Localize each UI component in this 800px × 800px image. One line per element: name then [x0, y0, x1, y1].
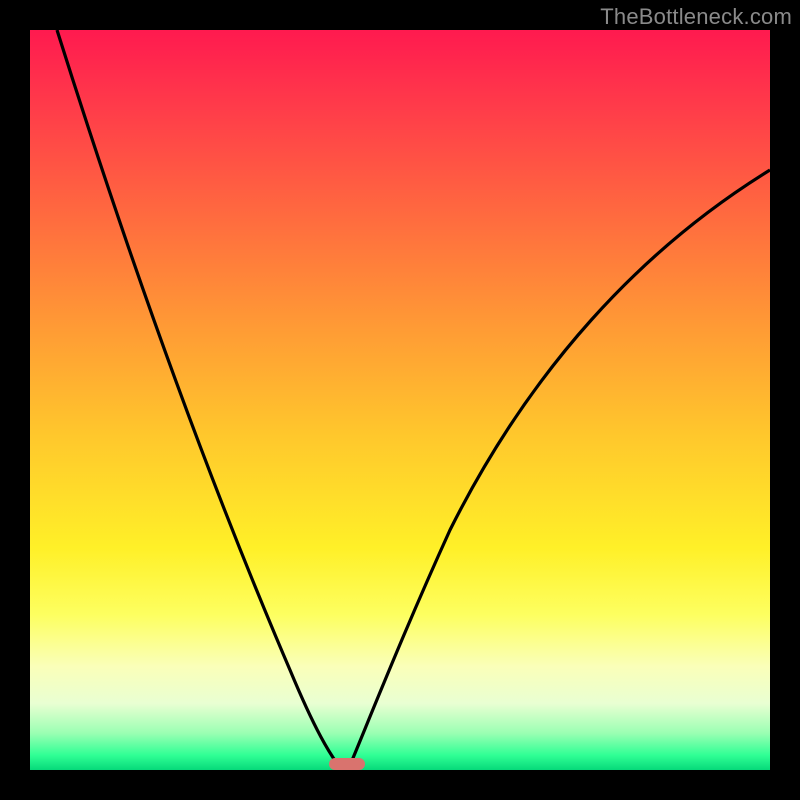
curve-left-branch — [57, 30, 342, 770]
curve-right-branch — [348, 170, 770, 770]
watermark-text: TheBottleneck.com — [600, 4, 792, 30]
bottleneck-curve — [30, 30, 770, 770]
optimal-point-marker — [329, 758, 365, 770]
outer-frame: TheBottleneck.com — [0, 0, 800, 800]
plot-area — [30, 30, 770, 770]
